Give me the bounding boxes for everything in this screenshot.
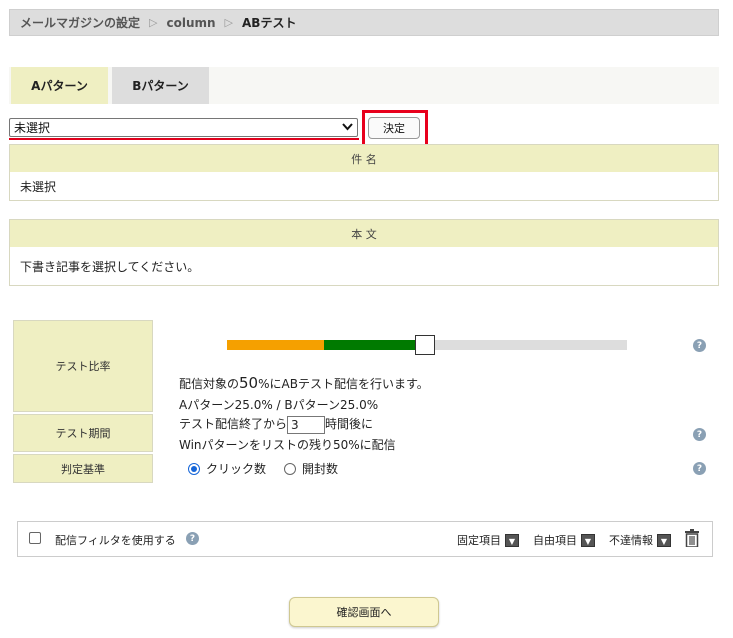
breadcrumb: メールマガジンの設定 ▷ column ▷ ABテスト — [9, 9, 719, 36]
bounce-info-dropdown[interactable]: 不達情報 ▼ — [609, 532, 671, 548]
free-item-dropdown[interactable]: 自由項目 ▼ — [533, 532, 595, 548]
trash-icon[interactable] — [685, 529, 699, 548]
ratio-breakdown: Aパターン25.0% / Bパターン25.0% — [179, 398, 379, 412]
tab-b-pattern[interactable]: Bパターン — [112, 67, 209, 104]
use-filter-label[interactable]: 配信フィルタを使用する — [55, 532, 176, 548]
ratio-slider-handle[interactable] — [415, 335, 435, 355]
delivery-filter-bar: 配信フィルタを使用する ? 固定項目 ▼ 自由項目 ▼ 不達情報 ▼ — [17, 521, 713, 557]
judgement-criteria-label: 判定基準 — [13, 454, 153, 483]
radio-open-count[interactable] — [284, 462, 297, 475]
chevron-down-icon — [342, 120, 353, 134]
fixed-item-label: 固定項目 — [457, 534, 501, 547]
ratio-text-prefix: 配信対象の — [179, 377, 240, 391]
period-hours-input[interactable]: 3 — [287, 415, 326, 434]
select-highlight-underline — [9, 138, 359, 140]
period-line: テスト配信終了から 3 時間後に — [179, 415, 373, 434]
body-box: 本 文 下書き記事を選択してください。 — [9, 219, 719, 286]
ratio-text-value: 50 — [239, 374, 259, 392]
period-line2: Winパターンをリストの残り50%に配信 — [179, 438, 396, 452]
article-select-value: 未選択 — [14, 121, 51, 135]
dropdown-arrow-icon: ▼ — [505, 533, 519, 547]
dropdown-arrow-icon: ▼ — [581, 533, 595, 547]
subject-header: 件 名 — [10, 145, 718, 172]
use-filter-checkbox[interactable] — [29, 532, 41, 544]
slider-segment-a — [227, 340, 324, 350]
period-prefix: テスト配信終了から — [179, 417, 288, 431]
breadcrumb-item-column[interactable]: column — [166, 16, 215, 30]
help-icon[interactable]: ? — [693, 462, 706, 475]
decide-button[interactable]: 決定 — [368, 117, 420, 139]
subject-box: 件 名 未選択 — [9, 144, 719, 201]
subject-value: 未選択 — [20, 180, 57, 194]
article-select-wrap: 未選択 — [9, 118, 359, 140]
breadcrumb-separator-icon: ▷ — [149, 16, 158, 29]
body-header: 本 文 — [10, 220, 718, 247]
help-icon[interactable]: ? — [693, 428, 706, 441]
dropdown-arrow-icon: ▼ — [657, 533, 671, 547]
test-period-label: テスト期間 — [13, 414, 153, 452]
breadcrumb-separator-icon: ▷ — [224, 16, 234, 29]
test-ratio-label: テスト比率 — [13, 320, 153, 412]
period-suffix: 時間後に — [325, 417, 374, 431]
breadcrumb-item-mail-magazine[interactable]: メールマガジンの設定 — [20, 14, 140, 31]
help-icon[interactable]: ? — [186, 532, 199, 545]
body-value: 下書き記事を選択してください。 — [20, 260, 200, 274]
free-item-label: 自由項目 — [533, 534, 577, 547]
confirm-screen-button[interactable]: 確認画面へ — [289, 597, 439, 627]
ratio-description: 配信対象の50%にABテスト配信を行います。 — [179, 374, 429, 392]
criteria-radio-group: クリック数 開封数 — [188, 460, 338, 477]
pattern-tab-bar: Aパターン Bパターン — [9, 67, 719, 104]
radio-click-count-label[interactable]: クリック数 — [206, 460, 266, 477]
ratio-text-suffix: %にABテスト配信を行います。 — [258, 377, 429, 391]
slider-segment-b — [324, 340, 421, 350]
radio-click-count[interactable] — [188, 462, 200, 475]
article-select[interactable]: 未選択 — [9, 118, 358, 137]
tab-a-pattern[interactable]: Aパターン — [11, 67, 108, 104]
radio-open-count-label[interactable]: 開封数 — [302, 460, 338, 477]
fixed-item-dropdown[interactable]: 固定項目 ▼ — [457, 532, 519, 548]
bounce-info-label: 不達情報 — [609, 534, 653, 547]
breadcrumb-current: ABテスト — [242, 16, 297, 30]
help-icon[interactable]: ? — [693, 339, 706, 352]
